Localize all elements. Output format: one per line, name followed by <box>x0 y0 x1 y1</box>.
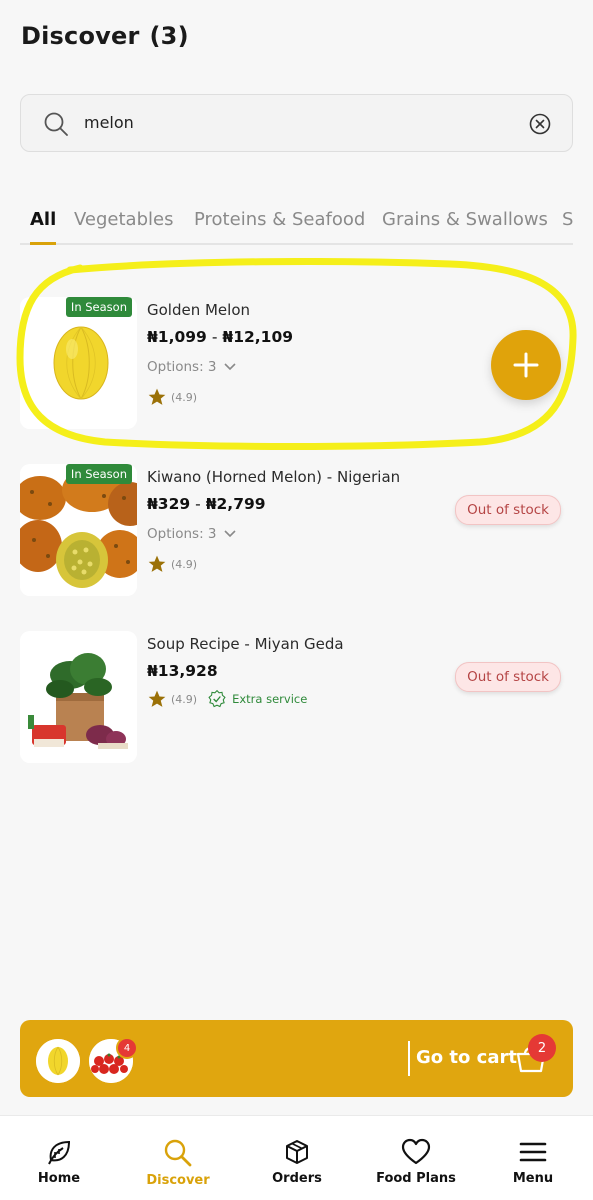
nav-label: Food Plans <box>376 1171 456 1186</box>
rating-value: (4.9) <box>171 557 198 571</box>
nav-menu[interactable]: Menu <box>478 1138 588 1186</box>
nav-home[interactable]: Home <box>4 1138 114 1186</box>
options-label: Options: 3 <box>147 359 217 375</box>
in-season-badge: In Season <box>65 297 132 317</box>
tabs-divider <box>20 243 573 245</box>
product-price: ₦1,099- ₦12,109 <box>147 328 293 346</box>
product-price: ₦13,928 <box>147 662 218 680</box>
nav-label: Orders <box>272 1171 322 1186</box>
cart-divider <box>408 1041 410 1076</box>
options-dropdown[interactable]: Options: 3 <box>147 526 237 542</box>
product-rating: (4.9) <box>147 387 197 407</box>
nav-label: Home <box>37 1171 81 1186</box>
tab-proteins-seafood[interactable]: Proteins & Seafood <box>194 209 365 230</box>
product-image: In Season <box>20 297 137 429</box>
star-icon <box>148 555 166 572</box>
product-card-miyan-geda[interactable]: Soup Recipe - Miyan Geda ₦13,928 (4.9) E… <box>20 631 573 766</box>
product-card-golden-melon[interactable]: In Season Golden Melon ₦1,099- ₦12,109 Op… <box>20 297 573 432</box>
search-icon <box>164 1139 192 1167</box>
out-of-stock-badge: Out of stock <box>455 662 561 692</box>
cart-item-quantity-badge: 4 <box>116 1037 138 1059</box>
price-max: ₦12,109 <box>222 328 294 346</box>
extra-service-label: Extra service <box>232 692 308 706</box>
plus-icon <box>513 352 539 378</box>
page-title-text: Discover <box>21 22 140 50</box>
cart-item-thumbnail <box>36 1039 80 1083</box>
clear-search-icon[interactable] <box>528 112 552 136</box>
bottom-navigation: Home Discover Orders Food Plans Menu <box>0 1115 593 1200</box>
melon-thumbnail <box>36 1039 80 1083</box>
product-rating: (4.9) <box>147 554 197 574</box>
rating-value: (4.9) <box>171 692 198 706</box>
in-season-badge: In Season <box>65 464 132 484</box>
nav-food-plans[interactable]: Food Plans <box>361 1138 471 1186</box>
chevron-down-icon <box>223 530 236 538</box>
extra-service-badge: Extra service <box>207 689 307 709</box>
tab-more[interactable]: S <box>562 209 573 230</box>
add-to-cart-button[interactable] <box>491 330 561 400</box>
cart-count-badge: 2 <box>528 1034 556 1062</box>
menu-icon <box>519 1142 547 1162</box>
product-name: Kiwano (Horned Melon) - Nigerian <box>147 468 401 486</box>
out-of-stock-badge: Out of stock <box>455 495 561 525</box>
nav-label: Discover <box>146 1173 210 1188</box>
rating-value: (4.9) <box>171 390 198 404</box>
category-tabs: All Vegetables Proteins & Seafood Grains… <box>0 200 593 246</box>
options-label: Options: 3 <box>147 526 217 542</box>
tab-all[interactable]: All <box>30 209 56 230</box>
product-name: Soup Recipe - Miyan Geda <box>147 635 344 653</box>
chevron-down-icon <box>223 363 236 371</box>
product-card-kiwano[interactable]: In Season Kiwano (Horned Melon) - Nigeri… <box>20 464 573 599</box>
search-icon <box>44 112 68 136</box>
search-value: melon <box>84 113 134 132</box>
price-min: ₦1,099 <box>147 328 207 346</box>
price-separator: - <box>211 328 218 346</box>
verified-check-icon <box>208 689 226 708</box>
nav-discover[interactable]: Discover <box>123 1138 233 1188</box>
star-icon <box>148 690 166 707</box>
cart-bar[interactable]: 4 Go to cart 2 <box>20 1020 573 1097</box>
star-icon <box>148 388 166 405</box>
tab-grains-swallows[interactable]: Grains & Swallows <box>382 209 548 230</box>
soup-recipe-image <box>20 631 137 763</box>
price-max: ₦2,799 <box>205 495 266 513</box>
tab-vegetables[interactable]: Vegetables <box>74 209 173 230</box>
price-separator: - <box>195 495 201 513</box>
leaf-icon <box>48 1140 71 1165</box>
product-name: Golden Melon <box>147 301 251 319</box>
search-input[interactable]: melon <box>20 94 573 152</box>
result-count: (3) <box>149 22 189 50</box>
heart-icon <box>401 1138 431 1165</box>
price-min: ₦329 <box>147 495 191 513</box>
product-price: ₦329- ₦2,799 <box>147 495 266 513</box>
product-image <box>20 631 137 763</box>
box-icon <box>286 1140 308 1164</box>
nav-label: Menu <box>512 1171 554 1186</box>
options-dropdown[interactable]: Options: 3 <box>147 359 237 375</box>
go-to-cart-button[interactable]: Go to cart <box>416 1047 517 1068</box>
product-image: In Season <box>20 464 137 596</box>
active-tab-indicator <box>30 242 56 245</box>
product-rating: (4.9) Extra service <box>147 689 307 709</box>
nav-orders[interactable]: Orders <box>242 1138 352 1186</box>
page-title: Discover (3) <box>21 22 189 50</box>
